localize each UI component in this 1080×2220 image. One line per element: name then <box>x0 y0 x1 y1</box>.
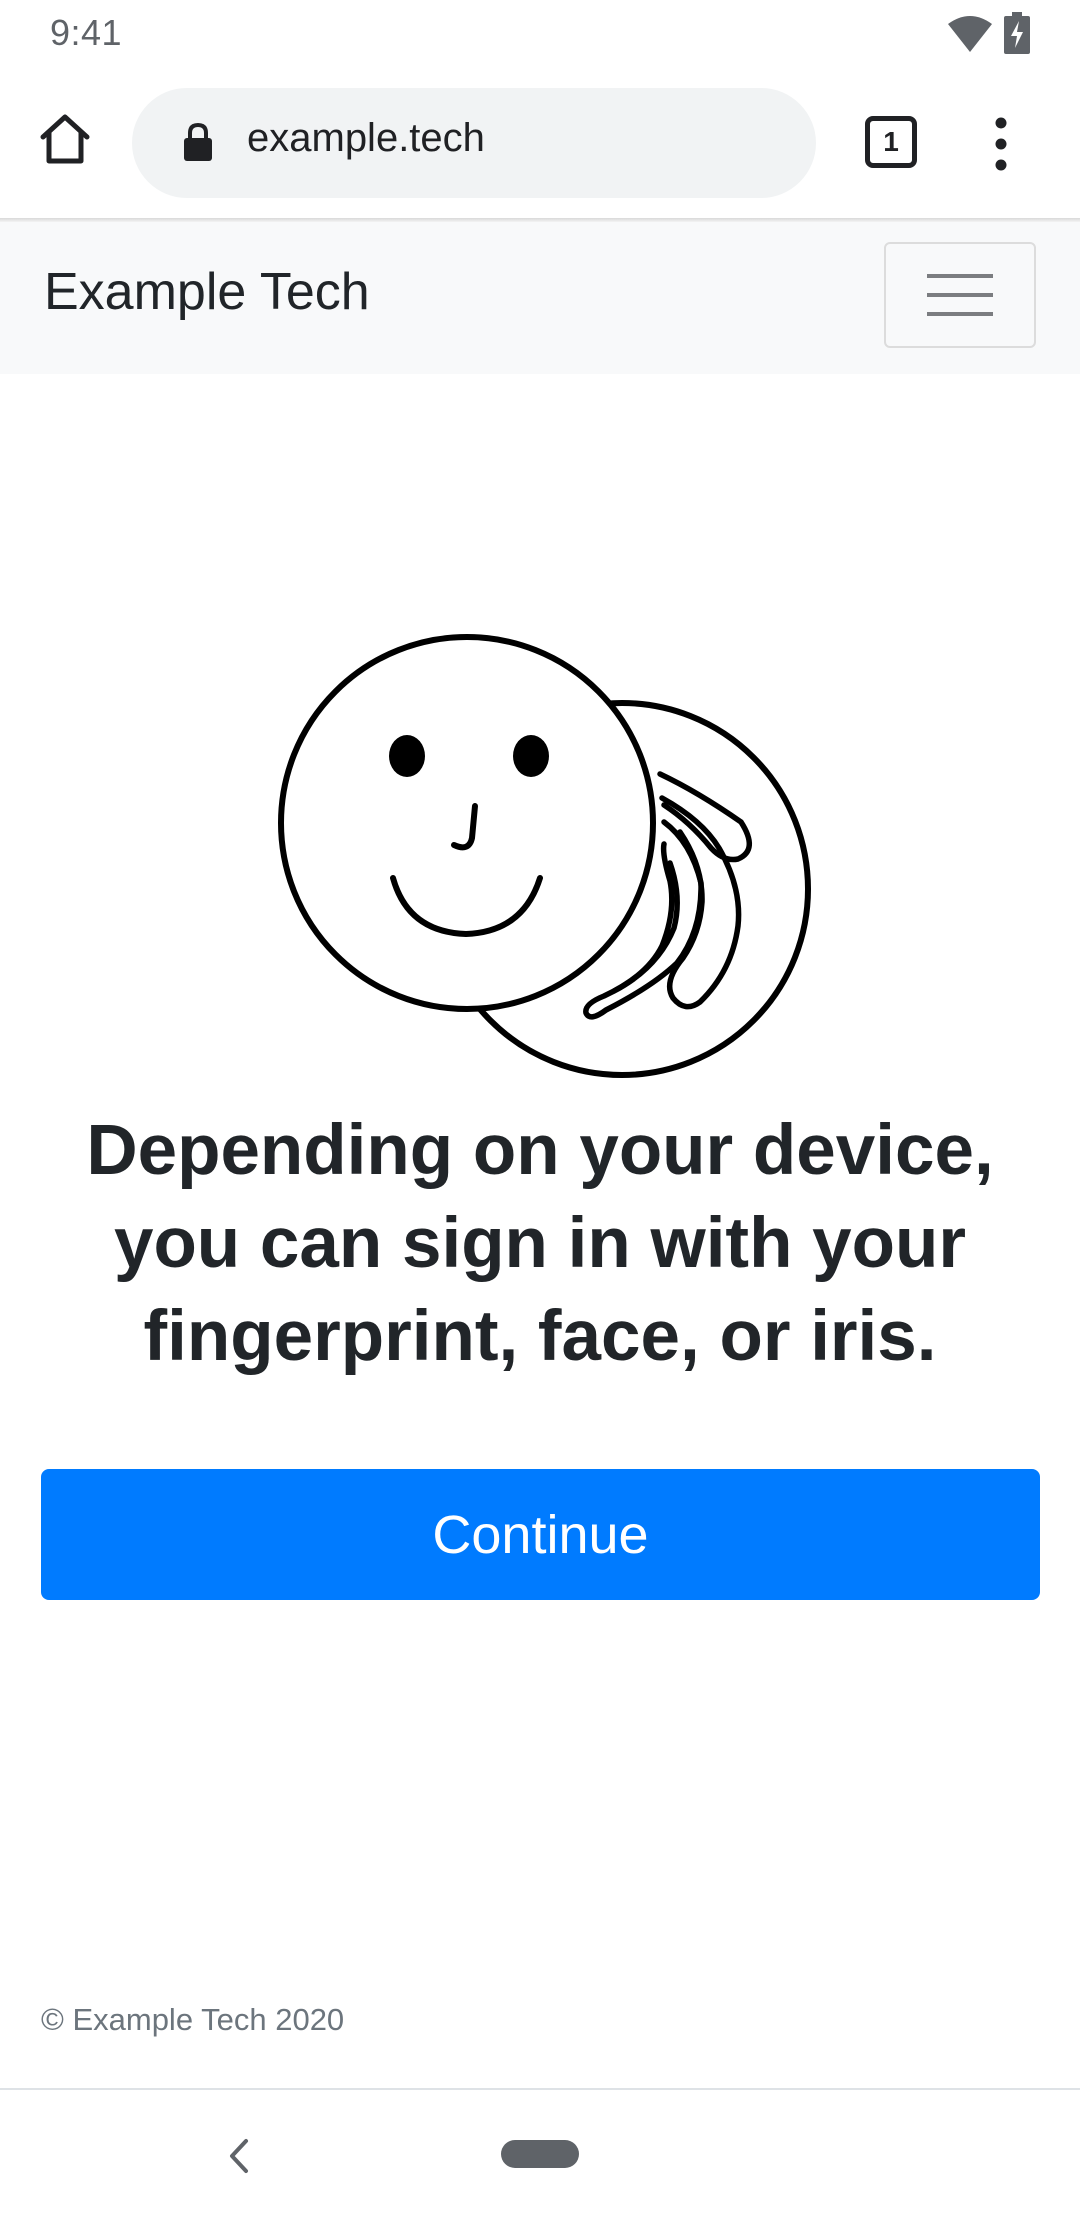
status-time: 9:41 <box>50 12 123 53</box>
browser-home-button[interactable] <box>36 110 94 168</box>
home-icon <box>40 114 90 164</box>
more-vert-icon[interactable] <box>986 116 1016 172</box>
face-circle <box>278 634 656 1012</box>
status-bar: 9:41 <box>0 0 1080 66</box>
continue-button[interactable]: Continue <box>41 1469 1040 1600</box>
battery-charging-icon <box>1004 12 1030 54</box>
tab-switcher-button[interactable]: 1 <box>865 116 917 168</box>
footer-copyright: © Example Tech 2020 <box>41 2002 345 2037</box>
system-navigation-bar <box>0 2090 1080 2220</box>
page-heading: Depending on your device, you can sign i… <box>86 1111 994 1376</box>
back-icon[interactable] <box>222 2135 256 2177</box>
navbar-toggler-button[interactable] <box>884 242 1036 348</box>
brand-link[interactable]: Example Tech <box>44 262 370 322</box>
lock-icon <box>184 122 212 161</box>
tab-count: 1 <box>883 126 899 157</box>
hamburger-menu-icon <box>927 274 993 316</box>
home-pill[interactable] <box>501 2140 579 2168</box>
site-navbar: Example Tech <box>0 222 1080 374</box>
face-and-fingerprint-illustration <box>278 634 811 1078</box>
url-text: example.tech <box>247 116 485 160</box>
wifi-icon <box>948 16 992 52</box>
url-bar[interactable]: example.tech <box>132 88 816 198</box>
